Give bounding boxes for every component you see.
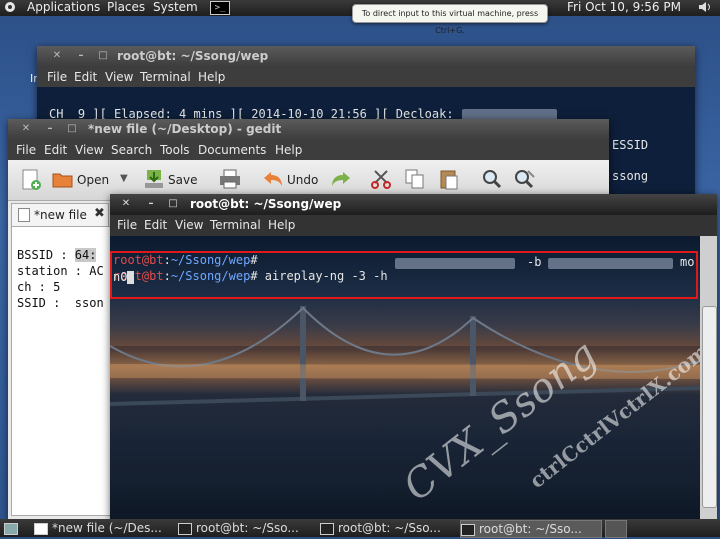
- close-icon[interactable]: ✕: [51, 50, 63, 62]
- maximize-icon[interactable]: □: [167, 198, 179, 210]
- undo-icon[interactable]: [262, 170, 284, 191]
- front-terminal-menubar: File Edit View Terminal Help: [110, 215, 717, 236]
- close-icon[interactable]: ✕: [120, 198, 132, 210]
- new-file-icon[interactable]: [21, 169, 41, 194]
- paste-icon[interactable]: [439, 168, 459, 193]
- redo-icon[interactable]: [330, 170, 352, 191]
- window-title: *new file (~/Desktop) - gedit: [88, 122, 282, 136]
- menu-edit[interactable]: Edit: [74, 70, 97, 84]
- terminal-app-icon: [461, 523, 475, 536]
- gedit-titlebar[interactable]: ✕ – □ *new file (~/Desktop) - gedit: [8, 119, 609, 140]
- gedit-app-icon: [34, 522, 48, 535]
- window-title: root@bt: ~/Ssong/wep: [117, 49, 269, 63]
- terminal-app-icon: [178, 522, 192, 535]
- terminal-launcher-icon[interactable]: >_: [210, 1, 230, 15]
- menu-documents[interactable]: Documents: [198, 143, 266, 157]
- workspace-switcher[interactable]: [605, 520, 627, 538]
- editor-text-area[interactable]: BSSID : 64: station : AC ch : 5 SSID : sson: [11, 226, 111, 516]
- menu-file[interactable]: File: [47, 70, 67, 84]
- menu-system[interactable]: System: [153, 0, 198, 14]
- terminal-scrollbar[interactable]: [700, 236, 717, 519]
- bridge-background-image: [110, 306, 700, 476]
- menu-tools[interactable]: Tools: [160, 143, 190, 157]
- menu-view[interactable]: View: [105, 70, 133, 84]
- menu-applications[interactable]: Applications: [27, 0, 100, 14]
- taskbar-item-terminal-2[interactable]: root@bt: ~/Sso...: [320, 520, 452, 536]
- editor-line: BSSID : 64:: [17, 248, 97, 262]
- scrollbar-thumb[interactable]: [702, 306, 717, 508]
- menu-terminal[interactable]: Terminal: [140, 70, 191, 84]
- terminal-app-icon: [320, 522, 334, 535]
- bottom-taskbar: *new file (~/Des... root@bt: ~/Sso... ro…: [0, 519, 720, 538]
- terminal-body[interactable]: root@bt:~/Ssong/wep# root@bt:~/Ssong/wep…: [110, 236, 700, 519]
- menu-view[interactable]: View: [175, 218, 203, 232]
- open-folder-icon[interactable]: [52, 169, 74, 192]
- menu-help[interactable]: Help: [268, 218, 295, 232]
- save-icon[interactable]: [143, 168, 165, 193]
- editor-line: ch : 5: [17, 280, 61, 294]
- editor-line: SSID : sson: [17, 296, 104, 310]
- back-terminal-menubar: File Edit View Terminal Help: [37, 67, 695, 87]
- back-terminal-titlebar[interactable]: ✕ – □ root@bt: ~/Ssong/wep: [37, 46, 695, 67]
- menu-file[interactable]: File: [117, 218, 137, 232]
- essid-column-header: ESSID: [612, 138, 649, 152]
- print-icon[interactable]: [219, 169, 241, 192]
- copy-icon[interactable]: [405, 169, 425, 192]
- command-highlight-box: [110, 251, 698, 299]
- front-terminal-window[interactable]: ✕ – □ root@bt: ~/Ssong/wep File Edit Vie…: [110, 194, 717, 519]
- editor-line: station : AC: [17, 264, 104, 278]
- selected-text: 64:: [74, 248, 97, 262]
- gedit-menubar: File Edit View Search Tools Documents He…: [8, 140, 609, 160]
- minimize-icon[interactable]: –: [75, 50, 87, 62]
- taskbar-item-terminal-1[interactable]: root@bt: ~/Sso...: [178, 520, 310, 536]
- menu-edit[interactable]: Edit: [44, 143, 67, 157]
- menu-file[interactable]: File: [16, 143, 36, 157]
- menu-search[interactable]: Search: [111, 143, 152, 157]
- taskbar-item-terminal-3[interactable]: root@bt: ~/Sso...: [460, 520, 602, 538]
- undo-button[interactable]: Undo: [287, 173, 318, 187]
- menu-view[interactable]: View: [75, 143, 103, 157]
- taskbar-item-gedit[interactable]: *new file (~/Des...: [34, 520, 166, 536]
- vm-input-tooltip: To direct input to this virtual machine,…: [352, 4, 548, 35]
- close-tab-icon[interactable]: ✖: [94, 206, 105, 221]
- open-button[interactable]: Open: [77, 173, 109, 187]
- cut-icon[interactable]: [371, 169, 391, 192]
- search-icon[interactable]: [482, 169, 502, 192]
- chevron-down-icon[interactable]: ▼: [120, 173, 128, 184]
- tab-label: *new file: [34, 208, 87, 222]
- essid-value: ssong: [612, 169, 649, 183]
- applications-icon[interactable]: [2, 0, 18, 14]
- minimize-icon[interactable]: –: [44, 123, 56, 135]
- show-desktop-icon[interactable]: [4, 520, 18, 536]
- close-icon[interactable]: ✕: [20, 123, 32, 135]
- menu-places[interactable]: Places: [107, 0, 145, 14]
- maximize-icon[interactable]: □: [97, 50, 109, 62]
- menu-help[interactable]: Help: [198, 70, 225, 84]
- front-terminal-titlebar[interactable]: ✕ – □ root@bt: ~/Ssong/wep: [110, 194, 717, 215]
- maximize-icon[interactable]: □: [66, 123, 78, 135]
- window-title: root@bt: ~/Ssong/wep: [190, 197, 342, 211]
- find-replace-icon[interactable]: [514, 169, 536, 192]
- clock[interactable]: Fri Oct 10, 9:56 PM: [567, 0, 681, 14]
- minimize-icon[interactable]: –: [145, 198, 157, 210]
- menu-edit[interactable]: Edit: [144, 218, 167, 232]
- menu-terminal[interactable]: Terminal: [210, 218, 261, 232]
- volume-icon[interactable]: [697, 0, 713, 17]
- document-tab[interactable]: *new file ✖: [11, 203, 109, 226]
- save-button[interactable]: Save: [168, 173, 197, 187]
- menu-help[interactable]: Help: [275, 143, 302, 157]
- document-icon: [18, 208, 30, 222]
